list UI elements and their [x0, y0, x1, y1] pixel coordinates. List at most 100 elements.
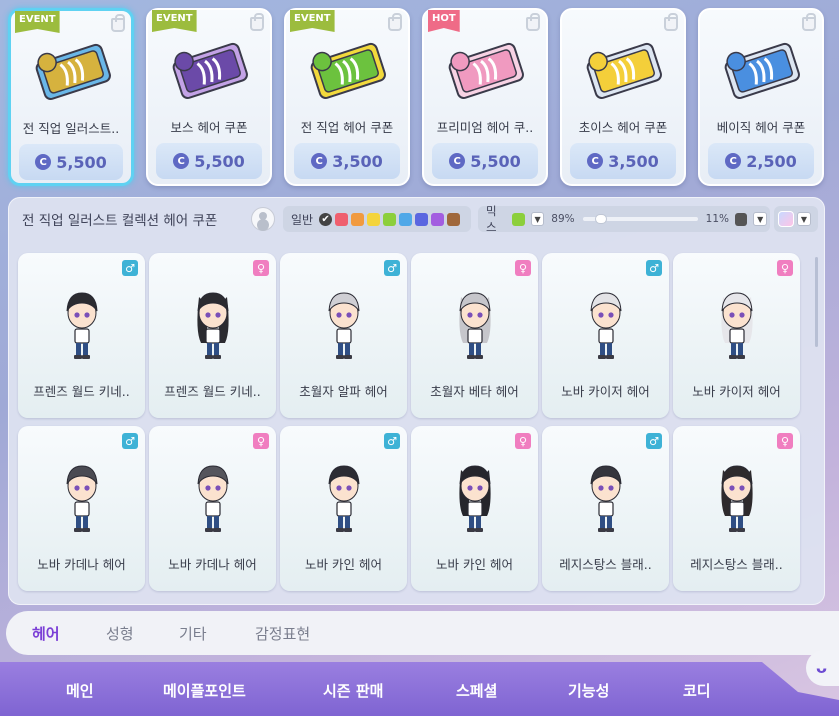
tab-etc[interactable]: 기타	[179, 623, 207, 644]
shopping-bag-icon[interactable]	[526, 13, 540, 31]
coupon-price[interactable]: C 5,500	[156, 143, 262, 179]
character-preview	[459, 465, 491, 532]
color-swatch[interactable]	[431, 212, 445, 226]
price-value: 3,500	[332, 151, 383, 171]
hair-card[interactable]: ♀ 노바 카데나 헤어	[149, 426, 276, 591]
hair-card[interactable]: ♂ 노바 카인 헤어	[280, 426, 407, 591]
nav-item-season-sale[interactable]: 시즌 판매	[323, 680, 383, 701]
mix-color-a-swatch[interactable]	[512, 212, 525, 226]
coupon-price[interactable]: C 5,500	[432, 143, 538, 179]
cash-icon: C	[311, 153, 328, 169]
category-tabs: 헤어 성형 기타 감정표현	[6, 611, 839, 655]
color-swatch[interactable]	[351, 212, 365, 226]
female-icon: ♀	[777, 260, 793, 276]
palette-icon[interactable]	[778, 211, 794, 227]
color-swatch[interactable]	[383, 212, 397, 226]
cash-icon: C	[587, 153, 604, 169]
hair-name: 노바 카이저 헤어	[692, 384, 781, 399]
price-value: 5,500	[470, 151, 521, 171]
nav-item-coordi[interactable]: 코디	[683, 680, 711, 701]
hair-grid: ♂ 프렌즈 월드 키네.. ♀ 프렌즈 월드 키네.. ♂ 초월자 알파 헤어 ♀ 초월자 베…	[18, 253, 812, 597]
hair-card[interactable]: ♂ 노바 카이저 헤어	[542, 253, 669, 418]
shopping-bag-icon[interactable]	[111, 14, 125, 32]
male-icon: ♂	[646, 260, 662, 276]
coupon-card[interactable]: EVENT 보스 헤어 쿠폰 C 5,500	[146, 8, 272, 186]
hair-card[interactable]: ♂ 레지스탕스 블래..	[542, 426, 669, 591]
color-swatch[interactable]	[367, 212, 381, 226]
grid-scrollbar[interactable]	[815, 257, 818, 347]
nav-item-maple-point[interactable]: 메이플포인트	[163, 680, 246, 701]
color-swatch-selected-check-icon[interactable]: ✔	[319, 212, 333, 226]
shopping-bag-icon[interactable]	[802, 13, 816, 31]
hair-name: 초월자 베타 헤어	[430, 384, 519, 399]
cash-icon: C	[449, 153, 466, 169]
mix-right-percent: 11%	[705, 213, 730, 225]
color-swatch[interactable]	[415, 212, 429, 226]
coupon-card[interactable]: EVENT 전 직업 헤어 쿠폰 C 3,500	[284, 8, 410, 186]
coupon-name: 전 직업 헤어 쿠폰	[300, 120, 394, 135]
mix-slider-knob[interactable]	[594, 214, 607, 224]
preview-head-icon[interactable]	[251, 207, 275, 231]
shopping-bag-icon[interactable]	[250, 13, 264, 31]
coupon-ticket-icon	[310, 42, 386, 99]
coupon-badge: HOT	[428, 10, 460, 32]
hair-panel: 전 직업 일러스트 컬렉션 헤어 쿠폰 일반 ✔ 믹스 ▼ 89% 11% ▼ …	[8, 197, 825, 605]
coupon-card[interactable]: HOT 프리미엄 헤어 쿠.. C 5,500	[422, 8, 548, 186]
coupon-price[interactable]: C 3,500	[570, 143, 676, 179]
hair-card[interactable]: ♀ 노바 카이저 헤어	[673, 253, 800, 418]
cash-icon: C	[35, 154, 52, 170]
hair-name: 프렌즈 월드 키네..	[164, 384, 261, 399]
shopping-bag-icon[interactable]	[388, 13, 402, 31]
color-swatch[interactable]	[335, 212, 349, 226]
character-preview	[459, 292, 491, 359]
tab-emotion[interactable]: 감정표현	[255, 623, 310, 644]
coupon-price[interactable]: C 3,500	[294, 143, 400, 179]
nav-item-main[interactable]: 메인	[66, 680, 94, 701]
hair-name: 노바 카데나 헤어	[168, 557, 257, 572]
mix-color-b-swatch[interactable]	[735, 212, 748, 226]
color-swatch[interactable]	[399, 212, 413, 226]
coupon-name: 프리미엄 헤어 쿠..	[436, 120, 534, 135]
nav-item-functional[interactable]: 기능성	[568, 680, 609, 701]
misc-filter: ▼	[774, 206, 818, 232]
coupon-card[interactable]: 초이스 헤어 쿠폰 C 3,500	[560, 8, 686, 186]
tab-hair[interactable]: 헤어	[32, 623, 60, 644]
hair-card[interactable]: ♀ 노바 카인 헤어	[411, 426, 538, 591]
misc-dropdown-icon[interactable]: ▼	[797, 212, 811, 226]
mix-left-percent: 89%	[551, 213, 575, 225]
coupon-name: 초이스 헤어 쿠폰	[578, 120, 668, 135]
hair-card[interactable]: ♂ 프렌즈 월드 키네..	[18, 253, 145, 418]
male-icon: ♂	[384, 433, 400, 449]
color-filter: 일반 ✔	[283, 206, 471, 232]
shopping-bag-icon[interactable]	[664, 13, 678, 31]
nav-item-special[interactable]: 스페셜	[456, 680, 497, 701]
coupon-price[interactable]: C 5,500	[19, 144, 123, 180]
coupon-card[interactable]: EVENT 전 직업 일러스트.. C 5,500	[8, 8, 134, 186]
panel-title: 전 직업 일러스트 컬렉션 헤어 쿠폰	[22, 213, 218, 229]
mix-color-b-dropdown-icon[interactable]: ▼	[753, 212, 767, 226]
hair-card[interactable]: ♂ 초월자 알파 헤어	[280, 253, 407, 418]
coupon-name: 베이직 헤어 쿠폰	[716, 120, 806, 135]
coupon-card[interactable]: 베이직 헤어 쿠폰 C 2,500	[698, 8, 824, 186]
mix-label: 믹스	[486, 204, 497, 234]
hair-name: 노바 카이저 헤어	[561, 384, 650, 399]
mix-color-a-dropdown-icon[interactable]: ▼	[530, 212, 545, 226]
male-icon: ♂	[122, 433, 138, 449]
coupon-ticket-icon	[35, 43, 111, 100]
hair-card[interactable]: ♀ 레지스탕스 블래..	[673, 426, 800, 591]
mix-slider[interactable]	[582, 214, 698, 224]
hair-name: 노바 카인 헤어	[305, 557, 382, 572]
coupon-ticket-icon	[586, 42, 662, 99]
coupon-price[interactable]: C 2,500	[708, 143, 814, 179]
character-preview	[197, 292, 229, 359]
tab-face[interactable]: 성형	[106, 623, 134, 644]
hair-card[interactable]: ♂ 노바 카데나 헤어	[18, 426, 145, 591]
hair-card[interactable]: ♀ 초월자 베타 헤어	[411, 253, 538, 418]
smile-icon: ᴗ	[816, 658, 827, 677]
hair-card[interactable]: ♀ 프렌즈 월드 키네..	[149, 253, 276, 418]
coupon-ticket-icon	[724, 42, 800, 99]
character-preview	[328, 292, 360, 359]
color-swatch[interactable]	[447, 212, 461, 226]
mascot-button[interactable]: ᴗ	[806, 650, 839, 686]
price-value: 5,500	[194, 151, 245, 171]
